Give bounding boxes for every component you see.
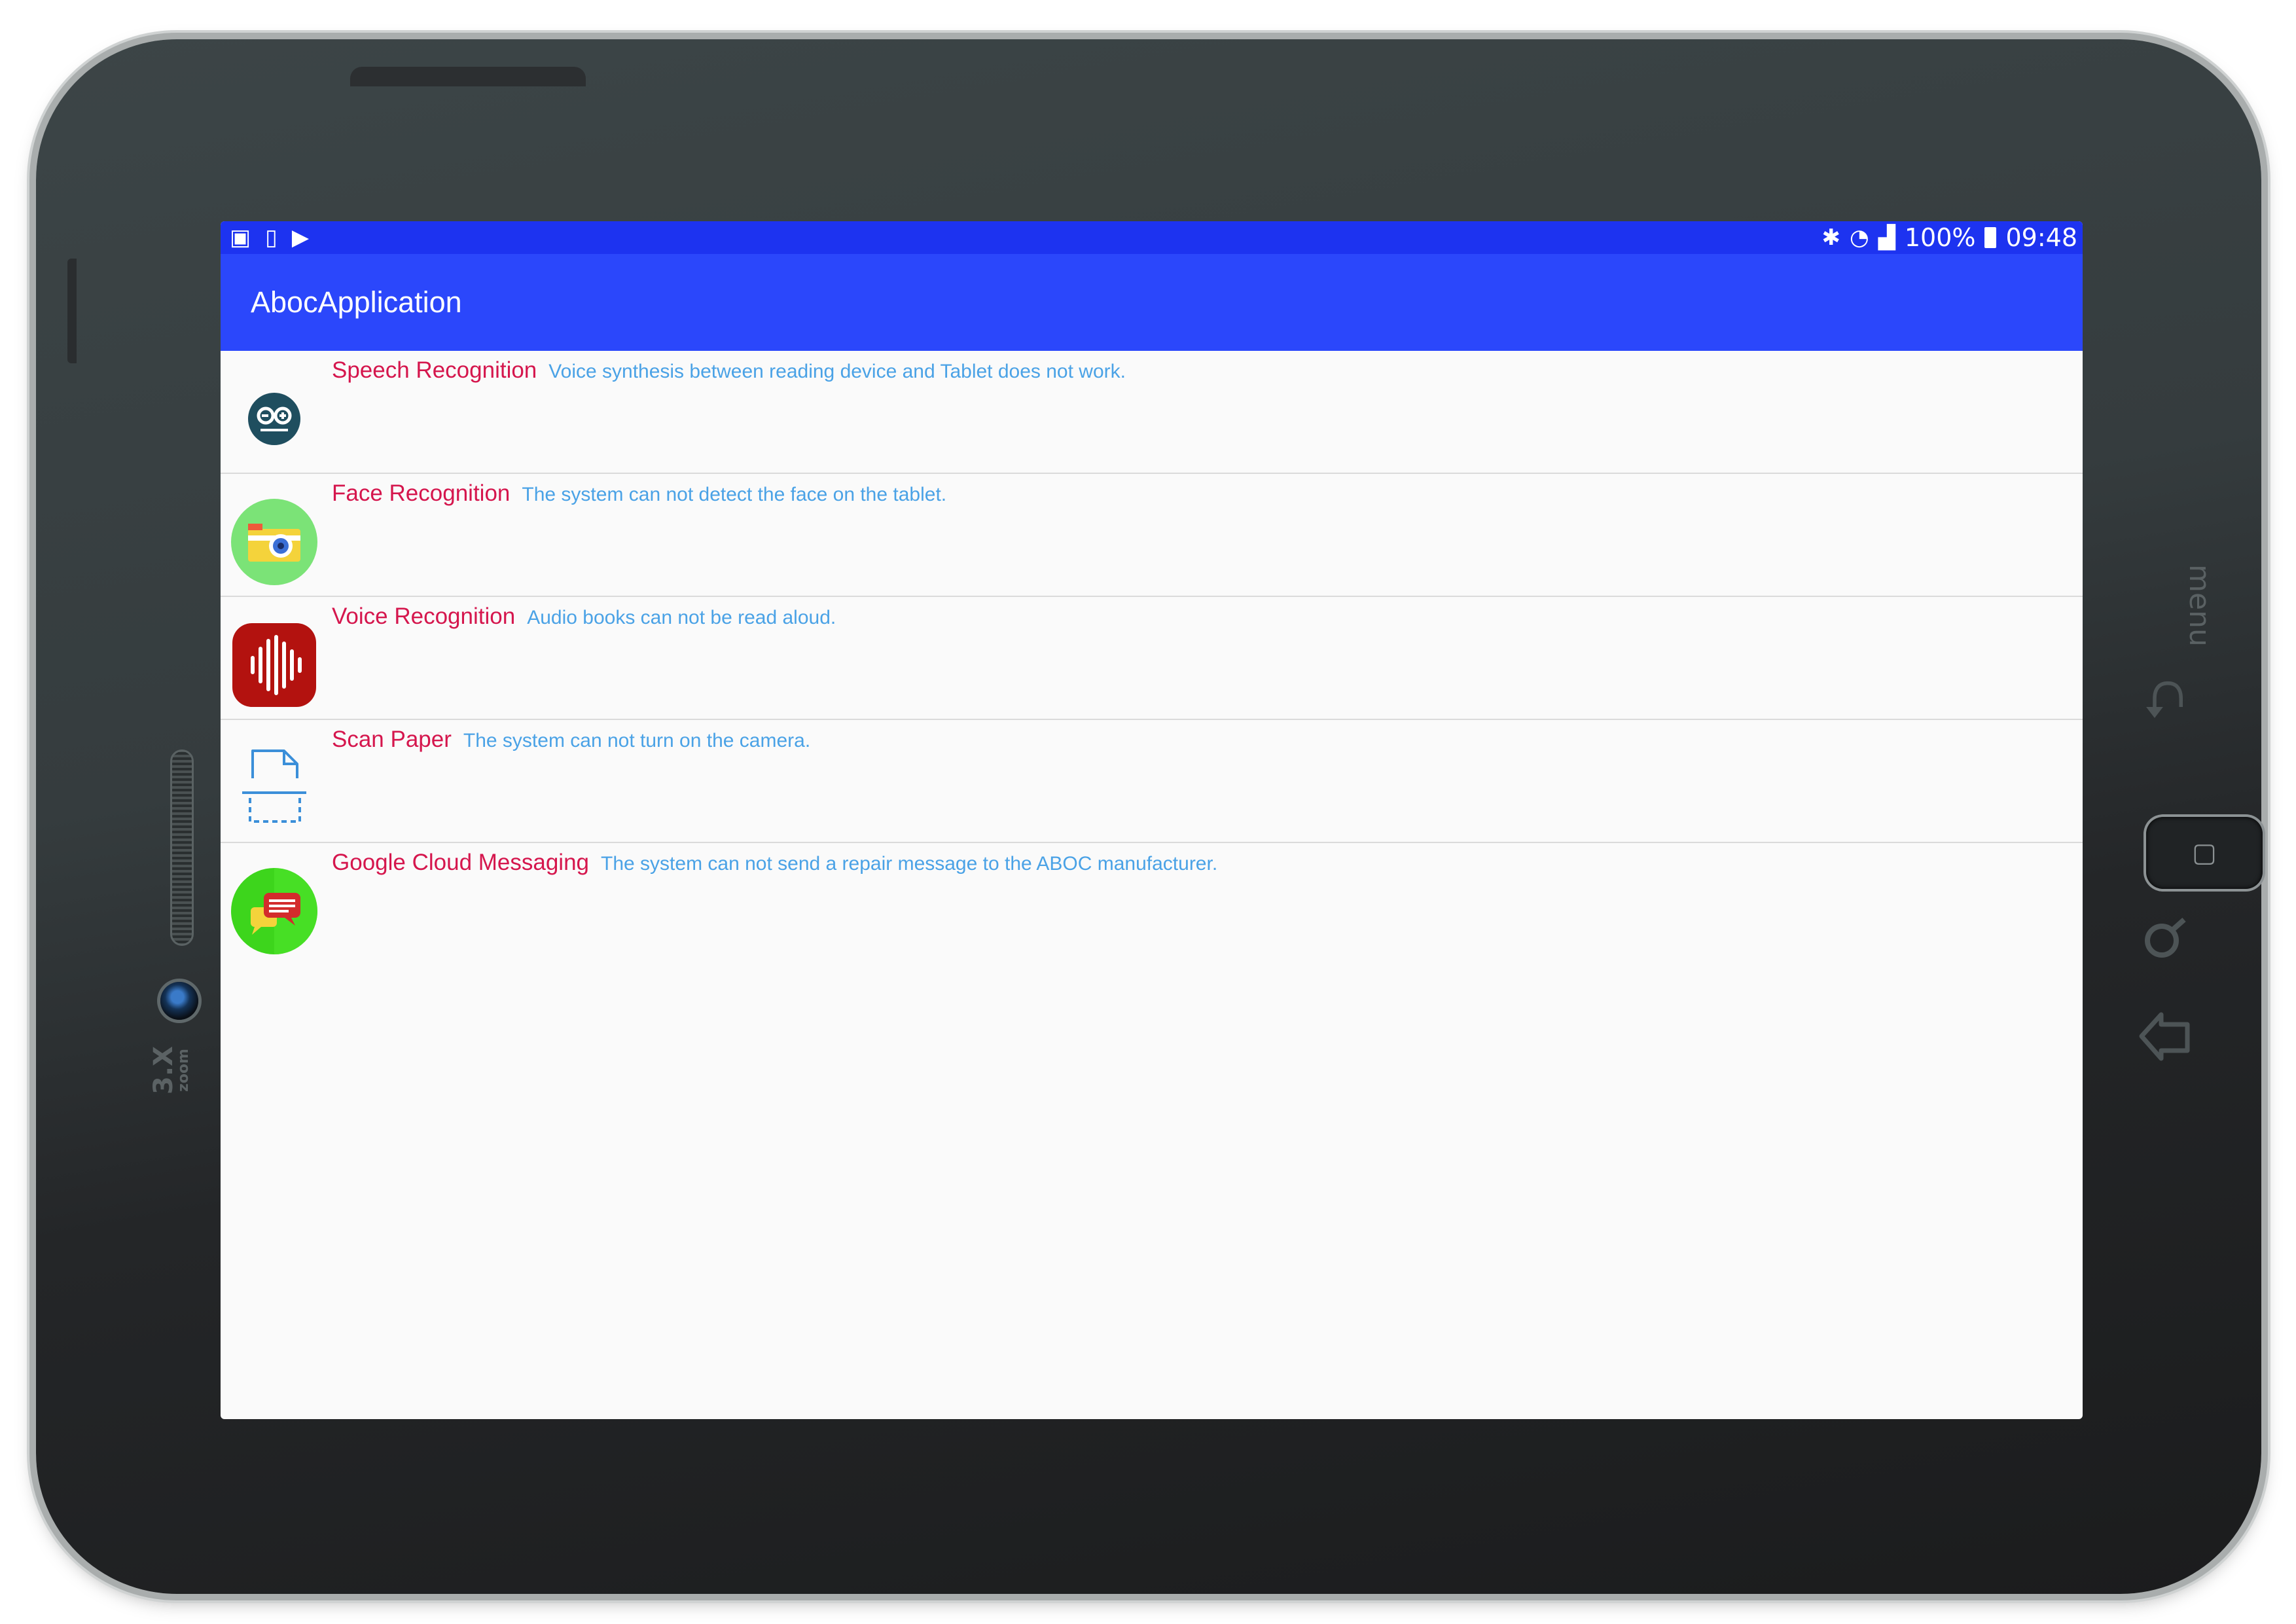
clock: 09:48 <box>2005 223 2077 252</box>
list-item-face-recognition[interactable]: Face Recognition The system can not detec… <box>221 474 2083 597</box>
list-item-description: Voice synthesis between reading device a… <box>548 361 1126 382</box>
list-item-text: Google Cloud Messaging The system can not… <box>332 850 1217 876</box>
home-square-icon: ▢ <box>2192 838 2217 868</box>
list-item-google-cloud-messaging[interactable]: Google Cloud Messaging The system can not… <box>221 843 2083 966</box>
battery-percent: 100% <box>1904 223 1976 252</box>
home-outline-icon[interactable] <box>2128 1005 2200 1077</box>
volume-button[interactable] <box>67 259 77 363</box>
list-item-title: Speech Recognition <box>332 357 537 383</box>
speaker-grille <box>170 749 194 946</box>
list-item-text: Face Recognition The system can not detec… <box>332 480 946 507</box>
app-bar: AbocApplication <box>221 254 2083 351</box>
device-sync-icon: ▯ <box>265 225 278 251</box>
back-arrow-icon[interactable]: ⮏ <box>2128 664 2200 736</box>
list-item-text: Speech Recognition Voice synthesis betwee… <box>332 357 1126 384</box>
list-item-description: The system can not turn on the camera. <box>463 730 811 751</box>
tablet-screen: ▣ ▯ ▶ ✱ ◔ ▟ 100% 09:48 AbocApplication S… <box>221 221 2083 1419</box>
bluetooth-icon: ✱ <box>1821 225 1841 251</box>
list-item-text: Scan Paper The system can not turn on the… <box>332 727 810 753</box>
battery-icon <box>1984 227 1997 248</box>
list-item-title: Scan Paper <box>332 727 452 752</box>
signal-icon: ▟ <box>1878 225 1895 251</box>
list-item-speech-recognition[interactable]: Speech Recognition Voice synthesis betwee… <box>221 351 2083 474</box>
sound-wave-icon <box>230 621 319 710</box>
search-icon-glyph <box>2145 918 2186 958</box>
home-outline-glyph <box>2139 1012 2190 1061</box>
list-item-scan-paper[interactable]: Scan Paper The system can not turn on the… <box>221 720 2083 843</box>
chat-bubbles-icon <box>230 867 319 956</box>
camera-icon <box>230 497 319 586</box>
arduino-icon <box>230 374 319 463</box>
gallery-icon: ▣ <box>230 225 251 251</box>
zoom-label-big: 3.X <box>149 1046 179 1094</box>
list-item-description: Audio books can not be read aloud. <box>527 607 836 628</box>
list-item-voice-recognition[interactable]: Voice Recognition Audio books can not be … <box>221 597 2083 720</box>
menu-label: menu <box>2183 564 2216 647</box>
zoom-label: 3.X zoom <box>149 1041 209 1100</box>
status-system: ✱ ◔ ▟ 100% 09:48 <box>1822 223 2077 253</box>
search-icon[interactable] <box>2128 913 2200 985</box>
list-item-title: Face Recognition <box>332 480 511 506</box>
home-button[interactable]: ▢ <box>2146 817 2263 889</box>
list-item-text: Voice Recognition Audio books can not be … <box>332 604 836 630</box>
status-bar: ▣ ▯ ▶ ✱ ◔ ▟ 100% 09:48 <box>221 221 2083 254</box>
scan-document-icon <box>230 744 319 833</box>
play-store-icon: ▶ <box>291 225 309 251</box>
list-item-description: The system can not send a repair message… <box>601 853 1218 875</box>
status-notifications: ▣ ▯ ▶ <box>230 224 309 251</box>
zoom-label-small: zoom <box>175 1049 192 1092</box>
app-title: AbocApplication <box>251 285 462 319</box>
power-button[interactable] <box>350 67 586 86</box>
list-item-description: The system can not detect the face on th… <box>522 484 947 505</box>
issue-list: Speech Recognition Voice synthesis betwee… <box>221 351 2083 966</box>
list-item-title: Voice Recognition <box>332 604 516 629</box>
front-camera <box>160 982 198 1020</box>
list-item-title: Google Cloud Messaging <box>332 850 590 875</box>
wifi-icon: ◔ <box>1850 225 1869 251</box>
